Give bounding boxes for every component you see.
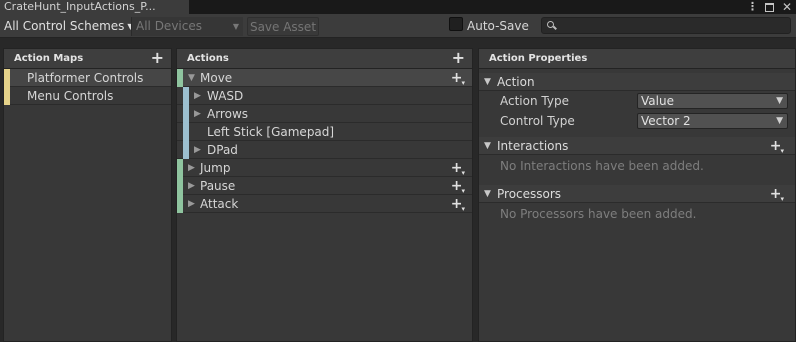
action-row-attack[interactable]: ▶ Attack + bbox=[177, 195, 472, 213]
action-type-dropdown[interactable]: Value ▼ bbox=[637, 93, 788, 109]
processors-section-header[interactable]: ▼ Processors + bbox=[479, 185, 795, 203]
expand-triangle-down-icon[interactable]: ▼ bbox=[188, 69, 195, 87]
action-map-menu-controls[interactable]: Menu Controls bbox=[4, 87, 171, 105]
binding-color-bar bbox=[183, 105, 189, 123]
search-icon bbox=[547, 21, 554, 28]
expand-triangle-right-icon[interactable]: ▶ bbox=[194, 141, 201, 159]
binding-color-bar bbox=[183, 141, 189, 159]
action-properties-pane: Action Properties ▼ Action Action Type V… bbox=[478, 48, 796, 342]
expand-triangle-right-icon[interactable]: ▶ bbox=[194, 87, 201, 105]
interactions-empty-note: No Interactions have been added. bbox=[500, 159, 704, 173]
action-properties-header: Action Properties bbox=[479, 49, 795, 69]
add-binding-icon[interactable]: + bbox=[451, 159, 466, 179]
binding-label: Left Stick [Gamepad] bbox=[207, 125, 335, 139]
action-label: Attack bbox=[200, 197, 239, 211]
binding-color-bar bbox=[183, 123, 189, 141]
action-label: Jump bbox=[200, 161, 231, 175]
action-row-move[interactable]: ▼ Move + bbox=[177, 69, 472, 87]
kebab-menu-icon[interactable]: ⋮ bbox=[747, 1, 758, 12]
binding-color-bar bbox=[183, 87, 189, 105]
devices-dropdown[interactable]: All Devices ▼ bbox=[131, 17, 243, 36]
processors-section-label: Processors bbox=[497, 187, 562, 201]
action-label: Pause bbox=[200, 179, 236, 193]
binding-label: WASD bbox=[207, 89, 244, 103]
binding-row-arrows[interactable]: ▶ Arrows bbox=[177, 105, 472, 123]
control-type-row: Control Type Vector 2 ▼ bbox=[479, 111, 795, 131]
expand-triangle-right-icon[interactable]: ▶ bbox=[188, 159, 195, 177]
binding-row-dpad[interactable]: ▶ DPad bbox=[177, 141, 472, 159]
action-row-pause[interactable]: ▶ Pause + bbox=[177, 177, 472, 195]
action-maps-header: Action Maps + bbox=[4, 49, 171, 69]
add-binding-icon[interactable]: + bbox=[451, 177, 466, 197]
chevron-down-icon: ▼ bbox=[232, 22, 239, 31]
interactions-section-header[interactable]: ▼ Interactions + bbox=[479, 137, 795, 155]
search-input[interactable] bbox=[558, 18, 788, 33]
action-color-bar bbox=[177, 159, 183, 177]
action-map-color-bar bbox=[4, 69, 10, 87]
action-type-label: Action Type bbox=[500, 94, 569, 108]
action-map-platformer-controls[interactable]: Platformer Controls bbox=[4, 69, 171, 87]
close-icon[interactable]: ✕ bbox=[782, 1, 792, 13]
action-color-bar bbox=[177, 177, 183, 195]
expand-triangle-down-icon[interactable]: ▼ bbox=[484, 185, 491, 203]
control-schemes-dropdown[interactable]: All Control Schemes▼ bbox=[0, 17, 134, 36]
action-color-bar bbox=[177, 195, 183, 213]
action-row-jump[interactable]: ▶ Jump + bbox=[177, 159, 472, 177]
save-asset-button[interactable]: Save Asset bbox=[247, 17, 319, 36]
expand-triangle-right-icon[interactable]: ▶ bbox=[194, 105, 201, 123]
expand-triangle-right-icon[interactable]: ▶ bbox=[188, 177, 195, 195]
actions-header: Actions + bbox=[177, 49, 472, 69]
action-properties-title: Action Properties bbox=[489, 53, 588, 64]
expand-triangle-right-icon[interactable]: ▶ bbox=[188, 195, 195, 213]
action-maps-pane: Action Maps + Platformer Controls Menu C… bbox=[3, 48, 172, 342]
auto-save-checkbox[interactable] bbox=[449, 17, 463, 31]
action-section-header[interactable]: ▼ Action bbox=[479, 73, 795, 91]
window-tab-bar: CrateHunt_InputActions_P... ⋮ ✕ bbox=[0, 0, 796, 14]
expand-triangle-down-icon[interactable]: ▼ bbox=[484, 73, 491, 91]
devices-label: All Devices bbox=[136, 19, 202, 33]
interactions-section-label: Interactions bbox=[497, 139, 569, 153]
processors-empty-note: No Processors have been added. bbox=[500, 207, 697, 221]
action-map-label: Menu Controls bbox=[27, 89, 114, 103]
maximize-icon[interactable] bbox=[765, 2, 774, 12]
action-map-label: Platformer Controls bbox=[27, 71, 144, 85]
add-action-map-icon[interactable]: + bbox=[151, 49, 164, 67]
binding-row-wasd[interactable]: ▶ WASD bbox=[177, 87, 472, 105]
control-type-label: Control Type bbox=[500, 114, 575, 128]
control-schemes-label: All Control Schemes bbox=[4, 19, 125, 33]
action-label: Move bbox=[200, 71, 233, 85]
add-processor-icon[interactable]: + bbox=[770, 185, 785, 205]
action-type-row: Action Type Value ▼ bbox=[479, 91, 795, 111]
auto-save-label: Auto-Save bbox=[467, 19, 529, 33]
chevron-down-icon: ▼ bbox=[776, 116, 783, 126]
actions-pane: Actions + ▼ Move + ▶ WASD ▶ Arrows Left … bbox=[176, 48, 473, 342]
binding-label: Arrows bbox=[207, 107, 249, 121]
action-map-color-bar bbox=[4, 87, 10, 105]
add-interaction-icon[interactable]: + bbox=[770, 137, 785, 157]
actions-title: Actions bbox=[187, 53, 229, 64]
control-type-value: Vector 2 bbox=[641, 114, 691, 128]
window-tab[interactable]: CrateHunt_InputActions_P... bbox=[0, 0, 190, 14]
window-controls: ⋮ ✕ bbox=[747, 0, 792, 14]
binding-label: DPad bbox=[207, 143, 238, 157]
add-binding-icon[interactable]: + bbox=[451, 69, 466, 89]
chevron-down-icon: ▼ bbox=[776, 96, 783, 106]
action-type-value: Value bbox=[641, 94, 674, 108]
add-action-icon[interactable]: + bbox=[452, 49, 465, 67]
control-type-dropdown[interactable]: Vector 2 ▼ bbox=[637, 113, 788, 129]
expand-triangle-down-icon[interactable]: ▼ bbox=[484, 137, 491, 155]
search-field[interactable] bbox=[541, 17, 791, 34]
action-color-bar bbox=[177, 69, 183, 87]
add-binding-icon[interactable]: + bbox=[451, 195, 466, 215]
binding-row-left-stick[interactable]: Left Stick [Gamepad] bbox=[177, 123, 472, 141]
action-section-label: Action bbox=[497, 75, 535, 89]
action-maps-title: Action Maps bbox=[14, 53, 84, 64]
